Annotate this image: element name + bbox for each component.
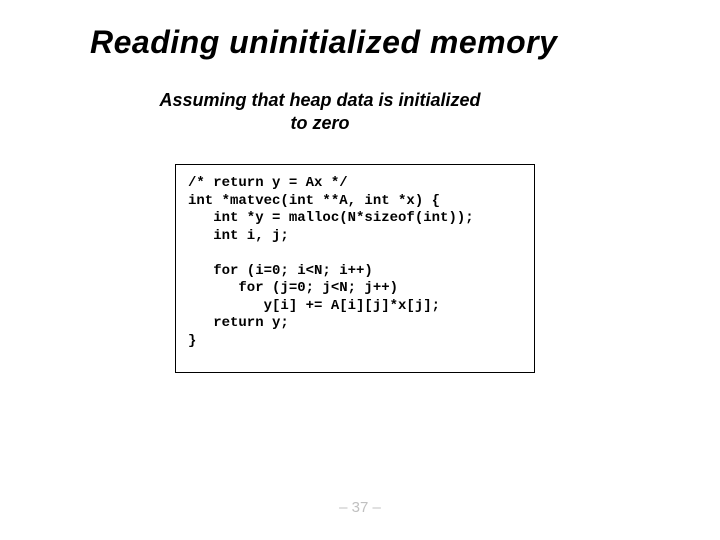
slide-title: Reading uninitialized memory <box>0 0 720 61</box>
subtitle-line-2: to zero <box>290 113 349 133</box>
subtitle-line-1: Assuming that heap data is initialized <box>159 90 480 110</box>
slide-subtitle: Assuming that heap data is initialized t… <box>0 89 720 134</box>
code-block: /* return y = Ax */ int *matvec(int **A,… <box>175 164 535 373</box>
page-number: – 37 – <box>0 499 720 516</box>
